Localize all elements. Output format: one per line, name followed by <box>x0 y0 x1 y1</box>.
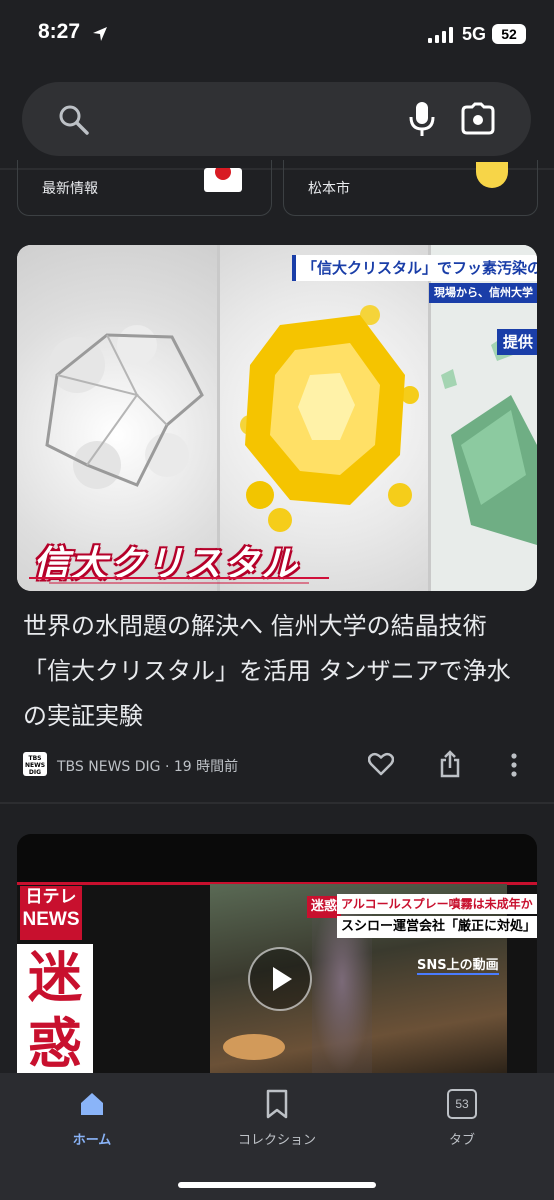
crystal-banner: 信大クリスタル <box>33 543 300 585</box>
divider <box>0 802 554 804</box>
chip-label: 最新情報 <box>42 181 98 197</box>
source-meta: TBS NEWS DIG · 19 時間前 <box>57 759 239 775</box>
network-type: 5G <box>462 24 487 44</box>
source-logo: TBS NEWS DIG <box>23 752 47 776</box>
bookmark-icon <box>266 1089 288 1119</box>
video-caption-3: SNS上の動画 <box>417 954 499 975</box>
article-image[interactable]: 「信大クリスタル」でフッ素汚染の 現場から、信州大学 提供 信大クリスタル <box>17 245 537 591</box>
time-ago: 19 時間前 <box>173 759 239 775</box>
battery-icon: 52 <box>492 24 526 44</box>
camera-lens-icon[interactable] <box>460 102 496 136</box>
sun-weather-icon <box>476 162 508 188</box>
japan-flag-icon <box>204 168 242 192</box>
nav-collections[interactable]: コレクション <box>207 1087 347 1148</box>
home-icon <box>81 1093 103 1115</box>
chip-label: 松本市 <box>308 181 350 197</box>
play-icon <box>273 967 292 991</box>
sushi-plate <box>223 1034 285 1060</box>
play-button[interactable] <box>248 947 312 1011</box>
source-name: TBS NEWS DIG <box>57 759 161 775</box>
bottom-navigation: ホーム コレクション 53 タブ <box>0 1073 554 1200</box>
video-tag: 迷惑 <box>307 896 342 918</box>
location-arrow-icon <box>93 27 107 41</box>
topic-chip-latest[interactable]: 最新情報 <box>17 160 272 216</box>
banner-underline <box>29 577 329 584</box>
heart-icon[interactable] <box>368 752 394 776</box>
nav-tabs[interactable]: 53 タブ <box>392 1087 532 1148</box>
news-caption: 「信大クリスタル」でフッ素汚染の <box>292 255 537 281</box>
nav-label: コレクション <box>237 1133 316 1148</box>
search-icon[interactable] <box>58 104 90 136</box>
status-time: 8:27 <box>38 20 81 43</box>
video-big-title: 迷惑 <box>17 944 93 1074</box>
share-icon[interactable] <box>439 750 461 778</box>
home-indicator <box>178 1182 376 1188</box>
status-bar: 8:27 5G 52 <box>0 0 554 70</box>
article-source-row: TBS NEWS DIG TBS NEWS DIG · 19 時間前 <box>23 750 533 778</box>
tab-count-icon: 53 <box>447 1089 477 1119</box>
microphone-icon[interactable] <box>408 100 436 138</box>
news-subcaption: 現場から、信州大学 <box>429 283 537 303</box>
video-caption-2: スシロー運営会社「厳正に対処」 <box>337 916 537 938</box>
signal-icon <box>428 27 453 43</box>
news-badge: 提供 <box>497 329 537 355</box>
video-card[interactable]: 日テレ NEWS 迷惑 迷惑 アルコールスプレー噴霧は未成年か スシロー運営会社… <box>17 834 537 1074</box>
video-caption-1: アルコールスプレー噴霧は未成年か <box>337 894 537 914</box>
nav-label: ホーム <box>72 1133 112 1148</box>
search-bar[interactable] <box>22 82 531 156</box>
nav-label: タブ <box>448 1133 475 1148</box>
nav-home[interactable]: ホーム <box>22 1087 162 1148</box>
topic-chip-matsumoto[interactable]: 松本市 <box>283 160 538 216</box>
article-headline[interactable]: 世界の水問題の解決へ 信州大学の結晶技術「信大クリスタル」を活用 タンザニアで浄… <box>23 604 523 739</box>
ntv-news-logo: 日テレ NEWS <box>20 886 82 940</box>
more-vertical-icon[interactable] <box>509 752 519 778</box>
